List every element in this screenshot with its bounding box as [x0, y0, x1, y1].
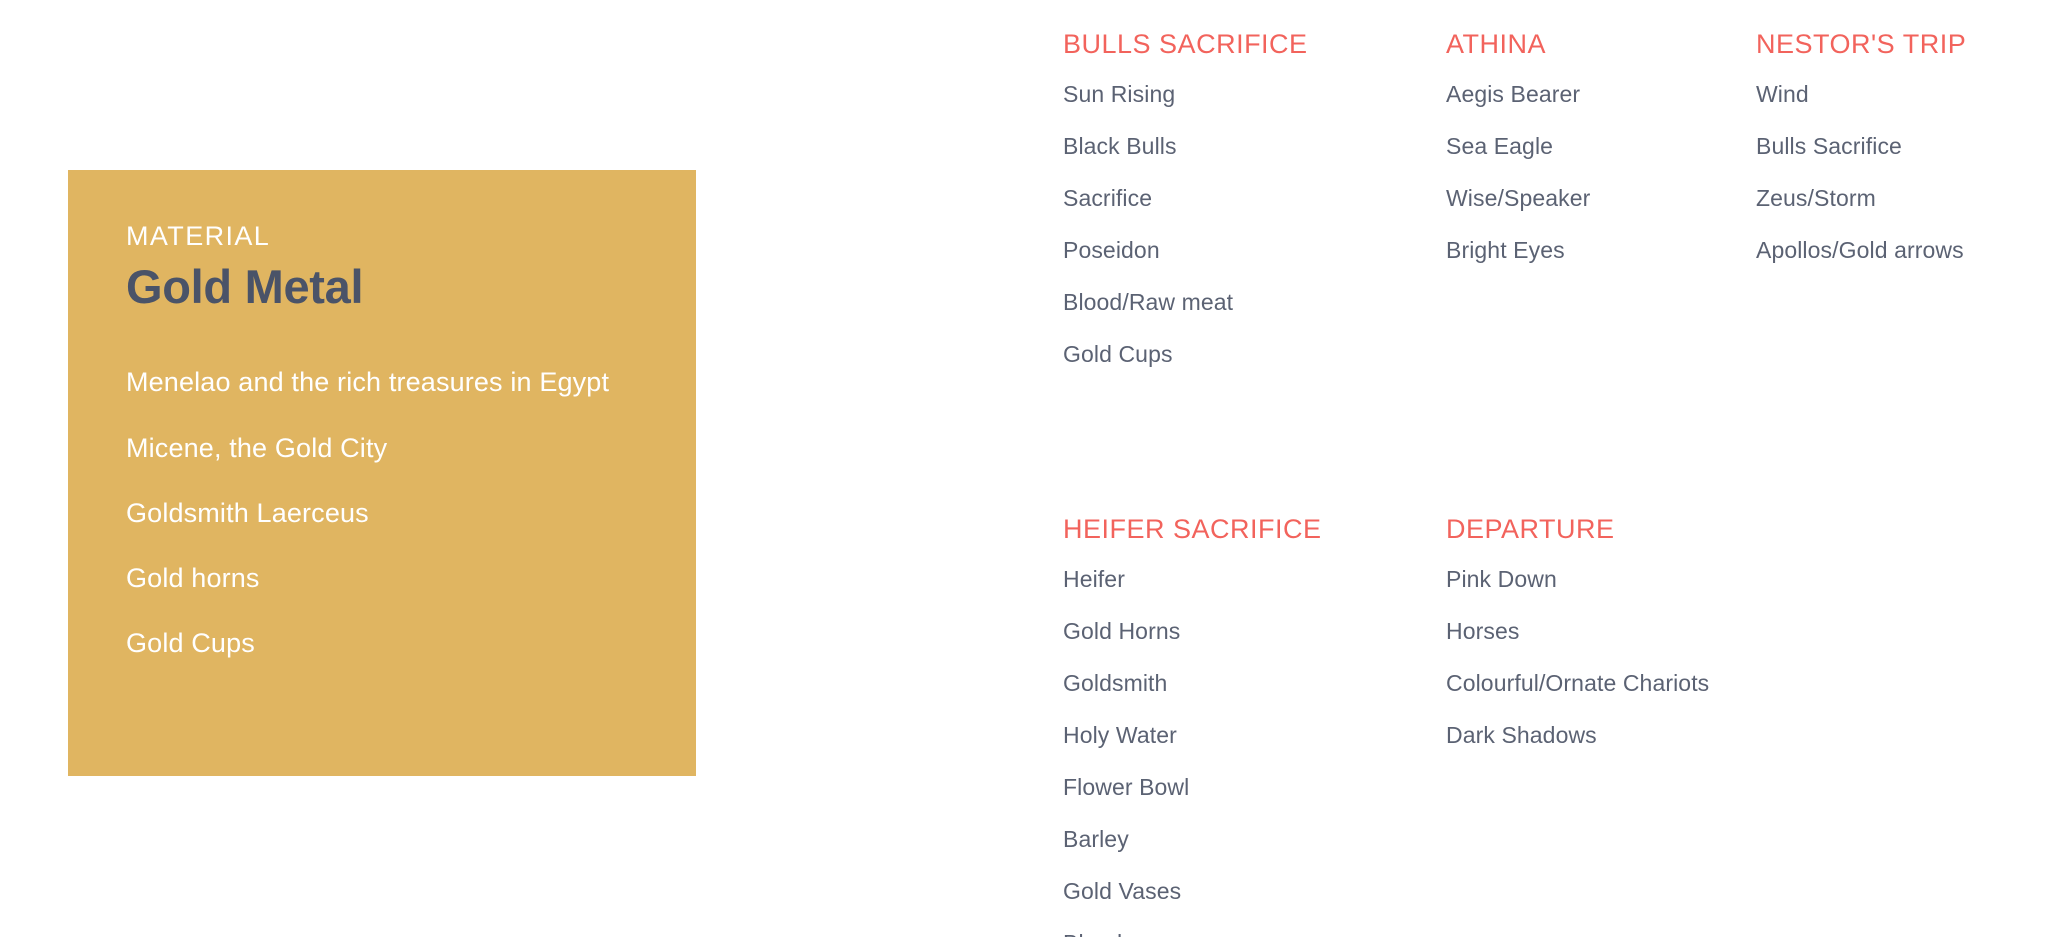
list-item: Aegis Bearer	[1446, 80, 1581, 107]
column-list: Heifer Gold Horns Goldsmith Holy Water F…	[1063, 565, 1446, 937]
keyword-column-nestors-trip: NESTOR'S TRIP Wind Bulls Sacrifice Zeus/…	[1756, 29, 2026, 392]
list-item: Bulls Sacrifice	[1756, 132, 1902, 159]
list-item: Gold Cups	[1063, 340, 1173, 367]
list-item: Blood	[1063, 929, 1446, 937]
list-item: Sea Eagle	[1446, 132, 1554, 159]
list-item: Colourful/Ornate Chariots	[1446, 669, 1710, 696]
list-item: Barley	[1063, 825, 1129, 852]
list-item: Goldsmith Laerceus	[126, 497, 369, 528]
column-heading: BULLS SACRIFICE	[1063, 29, 1308, 59]
column-heading: ATHINA	[1446, 29, 1547, 59]
list-item: Gold Cups	[126, 628, 255, 659]
list-item: Menelao and the rich treasures in Egypt	[126, 367, 610, 398]
list-item: Micene, the Gold City	[126, 432, 388, 463]
list-item: Goldsmith	[1063, 669, 1168, 696]
column-list: Aegis Bearer Sea Eagle Wise/Speaker Brig…	[1446, 80, 1756, 264]
list-item: Gold horns	[126, 563, 260, 594]
list-item: Wise/Speaker	[1446, 184, 1591, 211]
list-item: Zeus/Storm	[1756, 184, 1876, 211]
list-item: Horses	[1446, 617, 1520, 644]
material-card-list: Menelao and the rich treasures in Egypt …	[126, 364, 638, 662]
column-list: Wind Bulls Sacrifice Zeus/Storm Apollos/…	[1756, 80, 2026, 264]
keyword-columns-top-row: BULLS SACRIFICE Sun Rising Black Bulls S…	[1063, 29, 2026, 392]
material-card-eyebrow: MATERIAL	[126, 221, 271, 251]
keyword-column-bulls-sacrifice: BULLS SACRIFICE Sun Rising Black Bulls S…	[1063, 29, 1446, 392]
column-heading: NESTOR'S TRIP	[1756, 29, 1967, 59]
list-item: Apollos/Gold arrows	[1756, 236, 1964, 263]
keyword-columns-area: BULLS SACRIFICE Sun Rising Black Bulls S…	[1063, 29, 2026, 937]
keyword-columns-bottom-row: HEIFER SACRIFICE Heifer Gold Horns Golds…	[1063, 514, 1756, 937]
keyword-column-athina: ATHINA Aegis Bearer Sea Eagle Wise/Speak…	[1446, 29, 1756, 392]
list-item: Blood/Raw meat	[1063, 288, 1234, 315]
column-list: Pink Down Horses Colourful/Ornate Chario…	[1446, 565, 1756, 749]
keyword-column-heifer-sacrifice: HEIFER SACRIFICE Heifer Gold Horns Golds…	[1063, 514, 1446, 937]
material-card: MATERIAL Gold Metal Menelao and the rich…	[68, 170, 696, 776]
list-item: Gold Horns	[1063, 617, 1181, 644]
list-item: Black Bulls	[1063, 132, 1177, 159]
page-root: MATERIAL Gold Metal Menelao and the rich…	[0, 0, 2048, 937]
material-card-title: Gold Metal	[126, 259, 364, 313]
list-item: Heifer	[1063, 565, 1125, 592]
list-item: Gold Vases	[1063, 877, 1182, 904]
list-item: Pink Down	[1446, 565, 1557, 592]
list-item: Dark Shadows	[1446, 721, 1597, 748]
list-item: Poseidon	[1063, 236, 1160, 263]
list-item: Sacrifice	[1063, 184, 1153, 211]
list-item: Holy Water	[1063, 721, 1177, 748]
column-list: Sun Rising Black Bulls Sacrifice Poseido…	[1063, 80, 1446, 368]
column-heading: DEPARTURE	[1446, 514, 1615, 544]
list-item: Wind	[1756, 80, 1809, 107]
list-item: Sun Rising	[1063, 80, 1176, 107]
keyword-column-departure: DEPARTURE Pink Down Horses Colourful/Orn…	[1446, 514, 1756, 937]
column-heading: HEIFER SACRIFICE	[1063, 514, 1322, 544]
list-item: Flower Bowl	[1063, 773, 1190, 800]
list-item: Bright Eyes	[1446, 236, 1565, 263]
